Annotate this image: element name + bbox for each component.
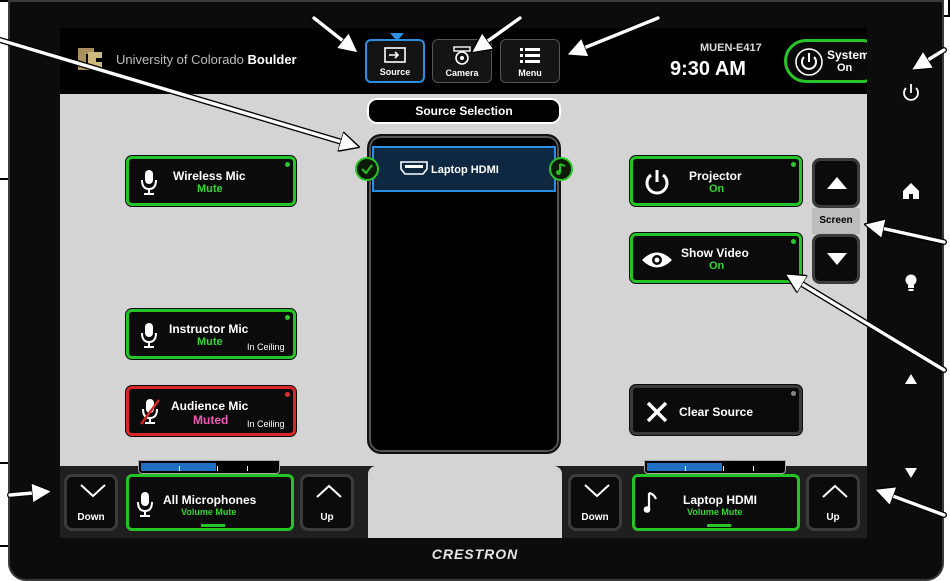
- close-icon: [646, 401, 668, 423]
- tab-source-label: Source: [379, 67, 411, 77]
- up-label: Up: [826, 512, 840, 523]
- meter-tick: [179, 466, 180, 471]
- status-dot: [791, 162, 796, 167]
- status-dot: [791, 239, 796, 244]
- university-name: University of Colorado Boulder: [116, 52, 297, 67]
- meter-tick: [217, 466, 218, 471]
- cu-logo-icon: [78, 48, 102, 70]
- mic-volume-meter: [138, 460, 280, 474]
- source-selection-title: Source Selection: [367, 98, 561, 124]
- screen-up-button[interactable]: [812, 158, 860, 208]
- tab-menu[interactable]: Menu: [500, 39, 560, 83]
- audience-mic-location: In Ceiling: [247, 419, 285, 429]
- triangle-down-icon[interactable]: [900, 462, 922, 484]
- projector-power-button[interactable]: Projector On: [630, 156, 802, 206]
- chevron-up-icon: [316, 484, 342, 498]
- triangle-down-icon: [827, 253, 847, 265]
- mic-volume-up-button[interactable]: Up: [300, 474, 354, 531]
- projector-state: On: [709, 183, 725, 195]
- power-icon[interactable]: [900, 82, 922, 104]
- volume-bar-divider: [368, 466, 562, 538]
- instructor-mic-state: Mute: [197, 336, 223, 348]
- mute-indicator-bar: [201, 524, 225, 527]
- chevron-down-icon: [584, 484, 610, 498]
- all-microphones-mute-button[interactable]: All Microphones Volume Mute: [126, 474, 294, 531]
- clear-source-label: Clear Source: [679, 405, 754, 419]
- hdmi-volume-down-button[interactable]: Down: [568, 474, 622, 531]
- wireless-mic-button[interactable]: Wireless Mic Mute: [126, 156, 296, 206]
- instructor-mic-label: Instructor Mic: [169, 322, 249, 336]
- eye-icon: [642, 252, 672, 268]
- hdmi-volume-meter: [644, 460, 786, 474]
- meter-tick: [247, 466, 248, 471]
- mute-indicator-bar: [707, 524, 731, 527]
- microphone-icon: [137, 492, 153, 517]
- audience-mic-state: Muted: [193, 413, 229, 427]
- meter-tick: [723, 466, 724, 471]
- audience-mic-label: Audience Mic: [171, 399, 249, 413]
- source-item-laptop-hdmi[interactable]: Laptop HDMI: [372, 146, 556, 192]
- power-icon: [645, 170, 669, 195]
- down-label: Down: [77, 512, 105, 523]
- projector-label: Projector: [689, 169, 742, 183]
- crestron-logo: CRESTRON: [431, 546, 519, 562]
- screen-label: Screen: [812, 208, 860, 234]
- microphone-muted-icon: [140, 399, 160, 425]
- audience-mic-button[interactable]: Audience Mic Muted In Ceiling: [126, 386, 296, 436]
- show-video-button[interactable]: Show Video On: [630, 233, 802, 283]
- up-label: Up: [320, 512, 334, 523]
- show-video-state: On: [709, 260, 725, 272]
- laptop-hdmi-mute-button[interactable]: Laptop HDMI Volume Mute: [632, 474, 800, 531]
- meter-tick: [753, 466, 754, 471]
- tab-camera[interactable]: Camera: [432, 39, 492, 83]
- room-id: MUEN-E417: [700, 42, 762, 54]
- mic-volume-down-button[interactable]: Down: [64, 474, 118, 531]
- clear-source-button[interactable]: Clear Source: [630, 385, 802, 435]
- power-icon: [795, 48, 823, 76]
- all-microphones-sub: Volume Mute: [181, 507, 237, 517]
- meter-tick: [685, 466, 686, 471]
- tab-menu-label: Menu: [518, 68, 542, 78]
- wireless-mic-label: Wireless Mic: [173, 169, 246, 183]
- microphone-icon: [141, 170, 157, 195]
- instructor-mic-button[interactable]: Instructor Mic Mute In Ceiling: [126, 309, 296, 359]
- status-dot: [791, 391, 796, 396]
- status-dot: [285, 392, 290, 397]
- hdmi-volume-up-button[interactable]: Up: [806, 474, 860, 531]
- laptop-hdmi-label: Laptop HDMI: [683, 493, 757, 507]
- chevron-up-icon: [822, 484, 848, 498]
- status-dot: [285, 315, 290, 320]
- tab-source[interactable]: Source: [365, 39, 425, 83]
- music-note-icon: [643, 491, 658, 513]
- system-state: On: [837, 62, 853, 74]
- home-icon[interactable]: [900, 180, 922, 202]
- lightbulb-icon[interactable]: [900, 272, 922, 294]
- status-dot: [285, 162, 290, 167]
- top-bar: University of Colorado Boulder Source Ca…: [60, 28, 867, 94]
- hdmi-icon: [400, 161, 428, 175]
- laptop-hdmi-sub: Volume Mute: [687, 507, 743, 517]
- show-video-label: Show Video: [681, 246, 749, 260]
- all-microphones-label: All Microphones: [163, 493, 257, 507]
- audio-note-icon: [549, 157, 573, 181]
- selected-check-icon: [355, 157, 379, 181]
- source-item-label: Laptop HDMI: [431, 164, 499, 176]
- menu-list-icon: [520, 48, 540, 63]
- system-label: System: [827, 48, 867, 62]
- screen-down-button[interactable]: [812, 234, 860, 284]
- camera-icon: [453, 46, 471, 65]
- chevron-down-icon: [80, 484, 106, 498]
- instructor-mic-location: In Ceiling: [247, 342, 285, 352]
- triangle-up-icon: [827, 177, 847, 189]
- down-label: Down: [581, 512, 609, 523]
- system-power-button[interactable]: System On: [784, 39, 867, 83]
- source-input-icon: [384, 47, 406, 63]
- wireless-mic-state: Mute: [197, 183, 223, 195]
- microphone-icon: [141, 323, 157, 348]
- clock: 9:30 AM: [670, 58, 746, 80]
- touch-screen: University of Colorado Boulder Source Ca…: [60, 28, 867, 538]
- tab-camera-label: Camera: [445, 68, 479, 78]
- triangle-up-icon[interactable]: [900, 368, 922, 390]
